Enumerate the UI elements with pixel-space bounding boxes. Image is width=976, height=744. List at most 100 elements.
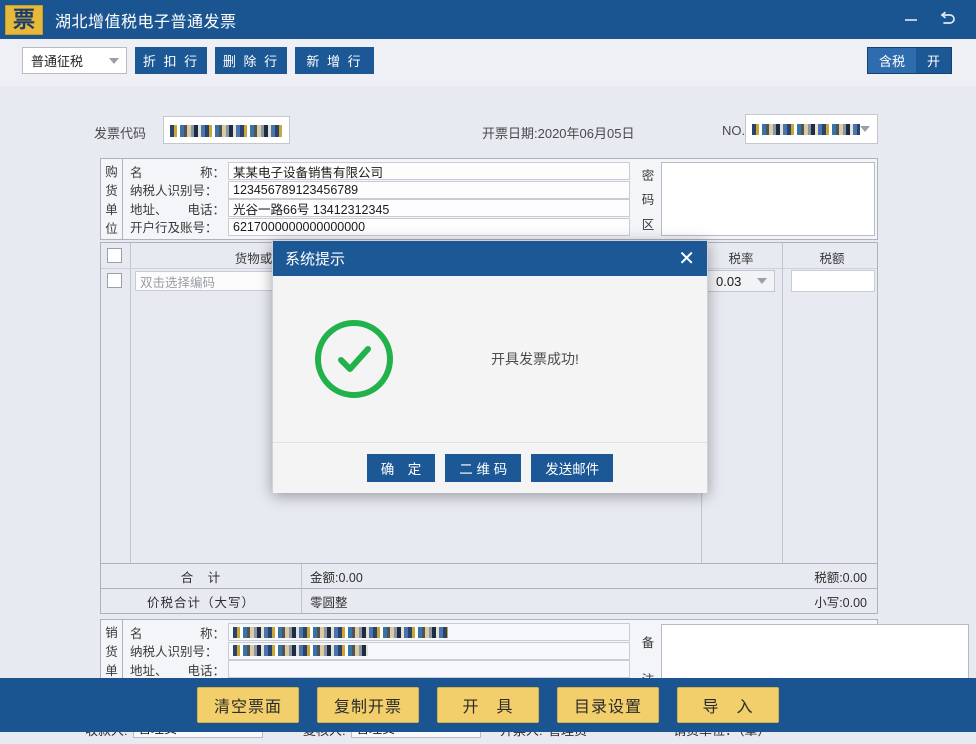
chevron-down-icon	[757, 278, 767, 284]
toggle-open[interactable]: 开	[916, 48, 951, 73]
issue-invoice-button[interactable]: 开 具	[437, 687, 539, 723]
password-area-box[interactable]	[661, 162, 875, 236]
buyer-bank-row: 开户行及账号： 6217000000000000000	[124, 218, 630, 236]
column-divider	[782, 243, 783, 563]
dialog-body: 开具发票成功!	[273, 276, 707, 443]
pwd-char-2: 码	[642, 189, 655, 208]
invoice-header-row: 发票代码 开票日期:2020年06月05日 NO.	[0, 116, 976, 150]
action-bar: 清空票面 复制开票 开 具 目录设置 导 入	[0, 678, 976, 732]
grand-total-row: 价税合计（大写） 零圆整 小写:0.00	[100, 589, 878, 614]
grand-total-upper: 零圆整	[301, 589, 814, 613]
buyer-address-input[interactable]: 光谷一路66号 13412312345	[228, 199, 630, 217]
buyer-address-label: 地址、 电话：	[124, 199, 228, 218]
success-check-icon	[315, 320, 393, 398]
seller-side-char-1: 销	[105, 622, 118, 641]
buyer-side-char-1: 购	[105, 161, 118, 180]
totals-amount: 金额:0.00	[301, 564, 814, 588]
buyer-bank-input[interactable]: 6217000000000000000	[228, 218, 630, 236]
totals-label: 合 计	[101, 567, 301, 586]
delete-row-button[interactable]: 删 除 行	[215, 47, 287, 74]
invoice-code-input[interactable]	[163, 116, 290, 144]
system-prompt-dialog: 系统提示 ✕ 开具发票成功! 确 定 二 维 码 发送邮件	[272, 240, 708, 493]
seller-address-input[interactable]	[228, 660, 630, 678]
buyer-side-char-2: 货	[105, 180, 118, 199]
redacted-seller-taxid	[233, 645, 368, 656]
label-part-b: 称：	[200, 623, 225, 642]
buyer-taxid-row: 纳税人识别号： 123456789123456789	[124, 181, 630, 199]
password-area-label: 密 码 区	[637, 159, 659, 239]
pwd-char-1: 密	[642, 165, 655, 184]
buyer-bank-label: 开户行及账号：	[124, 217, 228, 236]
dialog-title-bar: 系统提示 ✕	[273, 241, 707, 276]
window-title: 湖北增值税电子普通发票	[55, 8, 237, 32]
import-button[interactable]: 导 入	[677, 687, 779, 723]
totals-tax: 税额:0.00	[814, 567, 877, 586]
seller-side-char-2: 货	[105, 641, 118, 660]
dialog-qrcode-button[interactable]: 二 维 码	[445, 454, 521, 482]
label-part-a: 名	[130, 162, 143, 181]
column-divider	[130, 243, 131, 563]
invoice-no-label: NO.	[722, 123, 745, 138]
seller-taxid-input[interactable]	[228, 642, 630, 660]
col-header-tax-amount: 税额	[789, 248, 875, 267]
chevron-down-icon	[109, 58, 119, 64]
minimize-icon[interactable]	[902, 11, 920, 29]
redacted-invoice-code	[170, 125, 283, 137]
redacted-seller-name	[233, 627, 448, 638]
tax-amount-input[interactable]	[791, 270, 875, 292]
buyer-side-char-3: 单	[105, 199, 118, 218]
discount-row-button[interactable]: 折 扣 行	[135, 47, 207, 74]
buyer-name-label: 名 称：	[124, 162, 228, 181]
buyer-name-input[interactable]: 某某电子设备销售有限公司	[228, 162, 630, 180]
buyer-fields: 名 称： 某某电子设备销售有限公司 纳税人识别号： 12345678912345…	[124, 159, 630, 239]
close-icon[interactable]: ✕	[678, 249, 695, 269]
toolbar: 普通征税 折 扣 行 删 除 行 新 增 行 含税 开	[0, 39, 976, 86]
label-part-a: 地址、	[130, 199, 168, 218]
add-row-button[interactable]: 新 增 行	[295, 47, 374, 74]
label-part-a: 名	[130, 623, 143, 642]
buyer-side-char-4: 位	[105, 218, 118, 237]
label-part-b: 电话：	[187, 660, 225, 679]
col-header-tax-rate: 税率	[705, 248, 777, 267]
chevron-down-icon[interactable]	[860, 126, 870, 132]
pwd-char-3: 区	[642, 214, 655, 233]
catalog-settings-button[interactable]: 目录设置	[557, 687, 659, 723]
invoice-no-input[interactable]	[745, 114, 878, 144]
row-checkbox[interactable]	[107, 273, 122, 288]
window-controls	[902, 10, 958, 30]
invoice-date-label: 开票日期:2020年06月05日	[482, 123, 634, 142]
undo-arrow-icon[interactable]	[938, 10, 958, 30]
seller-taxid-row: 纳税人识别号：	[124, 642, 630, 660]
buyer-name-row: 名 称： 某某电子设备销售有限公司	[124, 162, 630, 180]
clear-invoice-button[interactable]: 清空票面	[197, 687, 299, 723]
tax-rate-value: 0.03	[708, 274, 757, 289]
label-part-a: 纳税人识别号：	[130, 641, 218, 660]
dialog-confirm-button[interactable]: 确 定	[367, 454, 436, 482]
seller-name-label: 名 称：	[124, 623, 228, 642]
label-part-a: 纳税人识别号：	[130, 180, 218, 199]
totals-row: 合 计 金额:0.00 税额:0.00	[100, 564, 878, 589]
seller-address-row: 地址、 电话：	[124, 660, 630, 678]
label-part-a: 开户行及账号：	[130, 217, 218, 236]
select-all-checkbox[interactable]	[107, 248, 122, 263]
seller-side-char-3: 单	[105, 660, 118, 679]
seller-name-input[interactable]	[228, 623, 630, 641]
buyer-address-row: 地址、 电话： 光谷一路66号 13412312345	[124, 199, 630, 217]
tax-mode-value: 普通征税	[23, 51, 109, 70]
seller-taxid-label: 纳税人识别号：	[124, 641, 228, 660]
tax-mode-select[interactable]: 普通征税	[22, 47, 127, 74]
remark-char-1: 备	[642, 632, 655, 651]
seller-address-label: 地址、 电话：	[124, 660, 228, 679]
grand-total-label: 价税合计（大写）	[101, 592, 301, 611]
grand-total-lower: 小写:0.00	[814, 592, 877, 611]
buyer-taxid-label: 纳税人识别号：	[124, 180, 228, 199]
label-part-a: 地址、	[130, 660, 168, 679]
buyer-taxid-input[interactable]: 123456789123456789	[228, 181, 630, 199]
title-bar: 票 湖北增值税电子普通发票	[0, 0, 976, 39]
toggle-tax-included[interactable]: 含税	[868, 48, 916, 73]
app-logo-icon: 票	[5, 5, 43, 35]
dialog-send-email-button[interactable]: 发送邮件	[531, 454, 613, 482]
copy-invoice-button[interactable]: 复制开票	[317, 687, 419, 723]
label-part-b: 称：	[200, 162, 225, 181]
tax-rate-select[interactable]: 0.03	[707, 270, 775, 292]
